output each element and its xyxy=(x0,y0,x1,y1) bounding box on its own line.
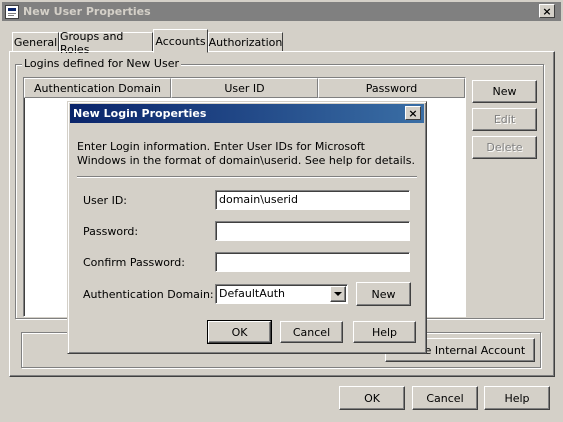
app-icon xyxy=(5,4,19,19)
dialog-ok-button[interactable]: OK xyxy=(207,320,272,344)
column-header-password[interactable]: Password xyxy=(318,78,465,98)
main-close-button[interactable]: × xyxy=(539,4,555,18)
tab-accounts[interactable]: Accounts xyxy=(153,29,208,53)
chevron-down-icon xyxy=(334,291,342,296)
authentication-domain-dropdown-button[interactable] xyxy=(330,286,346,302)
logins-group-label: Logins defined for New User xyxy=(22,57,181,70)
main-title-bar[interactable]: New User Properties xyxy=(2,2,561,21)
password-label: Password: xyxy=(83,225,139,238)
authentication-domain-value: DefaultAuth xyxy=(219,287,285,300)
main-ok-button[interactable]: OK xyxy=(339,386,405,410)
dialog-cancel-button[interactable]: Cancel xyxy=(280,321,343,343)
dialog-title: New Login Properties xyxy=(73,107,207,120)
close-icon: × xyxy=(542,4,552,18)
dialog-separator xyxy=(77,176,417,178)
main-window-title: New User Properties xyxy=(23,5,151,18)
dialog-instructions: Enter Login information. Enter User IDs … xyxy=(77,140,415,167)
dialog-close-button[interactable]: × xyxy=(405,106,421,120)
new-login-properties-dialog: New Login Properties × Enter Login infor… xyxy=(67,101,427,354)
tab-general[interactable]: General xyxy=(12,32,59,52)
confirm-password-field[interactable] xyxy=(215,252,410,272)
column-header-authentication-domain[interactable]: Authentication Domain xyxy=(24,78,171,98)
user-id-field[interactable]: domain\userid xyxy=(215,190,410,210)
new-login-button[interactable]: New xyxy=(472,80,537,103)
authentication-domain-label: Authentication Domain: xyxy=(83,288,214,301)
password-field[interactable] xyxy=(215,221,410,241)
new-domain-button[interactable]: New xyxy=(356,282,411,306)
main-cancel-button[interactable]: Cancel xyxy=(412,386,478,410)
confirm-password-label: Confirm Password: xyxy=(83,256,185,269)
tab-authorization[interactable]: Authorization xyxy=(208,32,283,52)
user-id-label: User ID: xyxy=(83,194,127,207)
column-header-user-id[interactable]: User ID xyxy=(171,78,318,98)
dialog-title-bar[interactable]: New Login Properties xyxy=(70,104,424,123)
delete-login-button[interactable]: Delete xyxy=(472,136,537,159)
authentication-domain-select[interactable]: DefaultAuth xyxy=(215,284,348,304)
edit-login-button[interactable]: Edit xyxy=(472,108,537,131)
tab-groups-and-roles[interactable]: Groups and Roles xyxy=(59,30,153,56)
main-help-button[interactable]: Help xyxy=(484,386,550,410)
close-icon: × xyxy=(408,106,418,120)
dialog-help-button[interactable]: Help xyxy=(353,321,416,343)
